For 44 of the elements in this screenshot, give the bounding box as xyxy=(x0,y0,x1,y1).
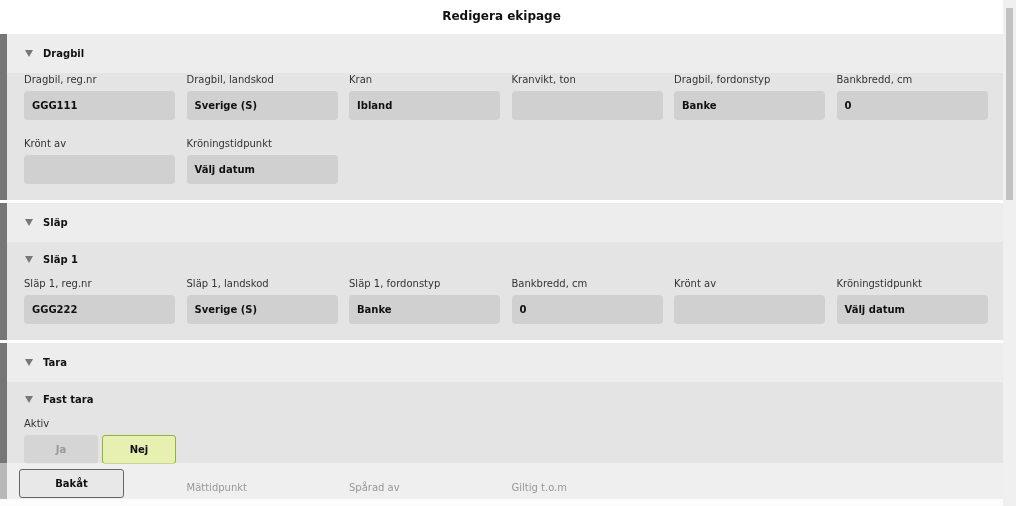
input-field[interactable]: Banke xyxy=(349,295,500,324)
section-header[interactable]: Tara xyxy=(7,343,1003,382)
field-label: Aktiv xyxy=(24,417,50,430)
field-label: Mättidpunkt xyxy=(186,481,247,494)
section-header[interactable]: Dragbil xyxy=(7,34,1003,73)
input-field[interactable]: Sverige (S) xyxy=(186,295,338,324)
toggle-option[interactable]: Nej xyxy=(102,435,176,464)
field-label: Kröningstidpunkt xyxy=(836,277,922,290)
field-label: Giltig t.o.m xyxy=(511,481,567,494)
input-field[interactable]: 0 xyxy=(511,295,663,324)
field-label: Kran xyxy=(349,73,373,86)
field-label: Spårad av xyxy=(349,481,400,494)
caret-icon xyxy=(25,219,33,226)
window-title: Redigera ekipage xyxy=(441,7,562,25)
field-label: Släp 1, landskod xyxy=(186,277,269,290)
field-label: Krönt av xyxy=(24,137,67,150)
field-label: Dragbil, fordonstyp xyxy=(674,73,771,86)
input-field[interactable]: GGG111 xyxy=(24,91,175,120)
field-label: Bankbredd, cm xyxy=(511,277,588,290)
field-label: Kranvikt, ton xyxy=(511,73,576,86)
scrollbar-thumb[interactable] xyxy=(1006,8,1013,200)
field-label: Dragbil, landskod xyxy=(186,73,274,86)
scrollbar[interactable] xyxy=(1003,0,1016,506)
input-field[interactable]: Välj datum xyxy=(836,295,988,324)
field-label: Dragbil, reg.nr xyxy=(24,73,97,86)
caret-icon xyxy=(25,359,33,366)
back-button[interactable]: Bakåt xyxy=(19,469,124,498)
caret-icon xyxy=(25,256,33,263)
field-label: Krönt av xyxy=(674,277,717,290)
section-header[interactable]: Släp xyxy=(7,203,1003,242)
field-label: Kröningstidpunkt xyxy=(186,137,272,150)
input-field[interactable]: Banke xyxy=(674,91,825,120)
subsection-header[interactable]: Fast tara xyxy=(7,382,1003,417)
input-field[interactable]: Ibland xyxy=(349,91,500,120)
field-label: Släp 1, reg.nr xyxy=(24,277,92,290)
input-field[interactable]: GGG222 xyxy=(24,295,175,324)
input-field[interactable]: 0 xyxy=(836,91,988,120)
caret-icon xyxy=(25,50,33,57)
input-field[interactable]: Sverige (S) xyxy=(186,91,338,120)
caret-icon xyxy=(25,396,33,403)
field-label: Släp 1, fordonstyp xyxy=(349,277,441,290)
field-label: Bankbredd, cm xyxy=(836,73,913,86)
subsection-header[interactable]: Släp 1 xyxy=(7,242,1003,277)
input-field[interactable]: Välj datum xyxy=(186,155,338,184)
